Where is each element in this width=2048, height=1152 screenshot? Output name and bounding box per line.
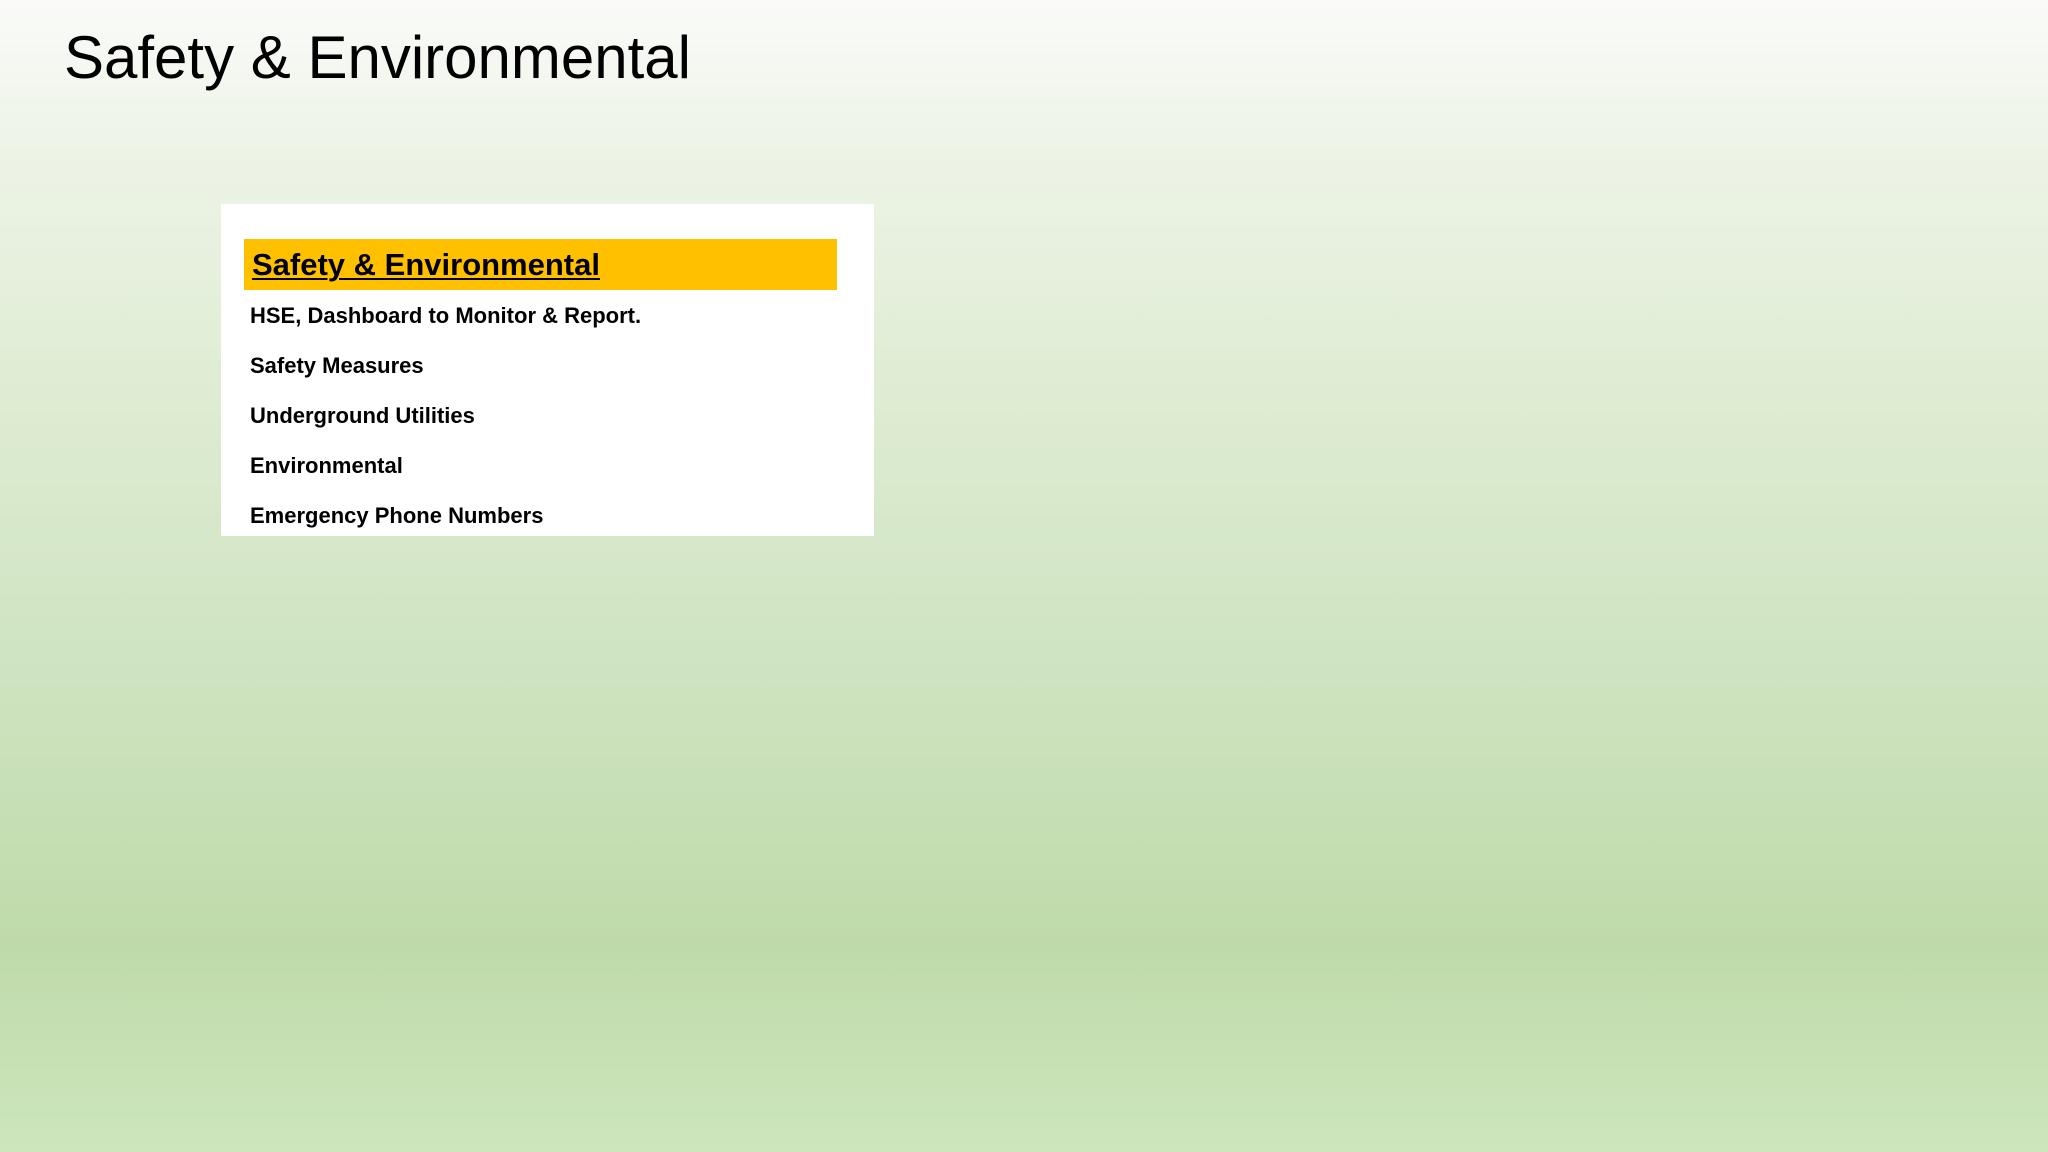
menu-item-hse-dashboard[interactable]: HSE, Dashboard to Monitor & Report. <box>250 291 641 341</box>
safety-menu-panel: Safety & Environmental HSE, Dashboard to… <box>221 204 874 536</box>
menu-list: HSE, Dashboard to Monitor & Report. Safe… <box>250 291 641 541</box>
page-title: Safety & Environmental <box>64 24 691 91</box>
panel-header-link[interactable]: Safety & Environmental <box>244 239 837 290</box>
menu-item-environmental[interactable]: Environmental <box>250 441 641 491</box>
menu-item-safety-measures[interactable]: Safety Measures <box>250 341 641 391</box>
menu-item-emergency-phone-numbers[interactable]: Emergency Phone Numbers <box>250 491 641 541</box>
menu-item-underground-utilities[interactable]: Underground Utilities <box>250 391 641 441</box>
